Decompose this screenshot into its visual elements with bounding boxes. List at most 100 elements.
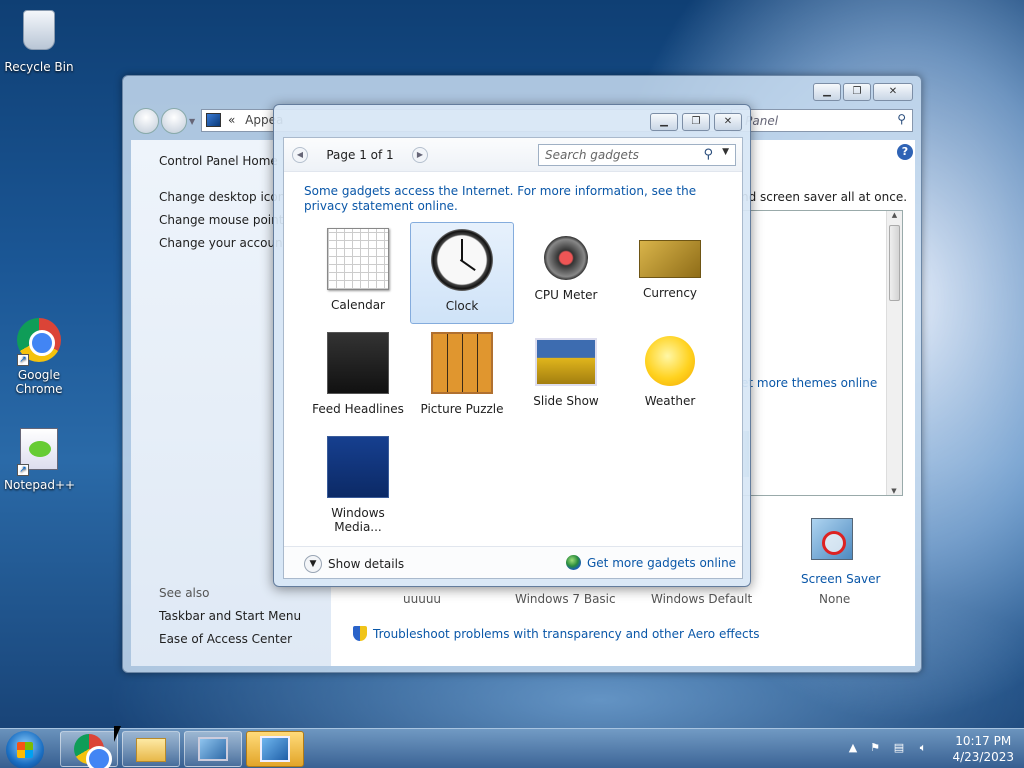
folder-icon [136,738,166,762]
page-indicator: Page 1 of 1 [326,148,394,162]
search-icon: ⚲ [897,112,906,126]
search-gadgets-input[interactable]: Search gadgets ⚲ ▼ [538,144,736,166]
gadget-label: CPU Meter [534,288,598,302]
desktop-icon-label: Google Chrome [15,368,63,396]
internet-notice[interactable]: Some gadgets access the Internet. For mo… [304,184,724,214]
gadget-currency[interactable]: Currency [618,222,722,324]
windows-logo-icon [17,742,33,758]
monitor-icon [198,737,228,761]
sidebar-link-mouse-pointers[interactable]: Change mouse pointe [159,213,291,227]
taskbar: ▲ ⚑ ▤ 🔈︎ 10:17 PM 4/23/2023 [0,728,1024,768]
action-center-flag-icon[interactable]: ⚑ [868,741,882,755]
desktop-icon-recycle-bin[interactable]: Recycle Bin [4,6,74,74]
taskbar-chrome-button[interactable] [60,731,118,768]
gadgets-footer: ▼ Show details Get more gadgets online [284,546,742,578]
tray-time: 10:17 PM [955,734,1012,748]
network-icon[interactable]: ▤ [892,741,906,755]
pager: ◀ Page 1 of 1 ▶ [292,144,428,166]
scrollbar[interactable]: ▲ ▼ [886,211,902,495]
previous-page-button[interactable]: ◀ [292,147,308,163]
address-prefix: « [228,113,236,127]
close-button[interactable]: ✕ [873,83,913,101]
back-button[interactable] [133,108,159,134]
get-more-gadgets-label: Get more gadgets online [587,555,737,570]
picture-puzzle-icon [431,332,493,394]
volume-muted-icon[interactable]: 🔈︎ [916,741,930,755]
desktop-icon-label: Notepad++ [4,478,76,492]
minimize-button[interactable]: ▁ [650,113,678,131]
clock-icon [431,229,493,291]
desktop-icon-notepad-plus-plus[interactable]: ↗ Notepad++ [4,426,76,492]
sidebar-link-account-picture[interactable]: Change your account [159,236,287,250]
taskbar-gadgets-button[interactable] [246,731,304,767]
gadget-clock[interactable]: Clock [410,222,514,324]
theme-name: uuuuu [403,592,442,606]
scrollbar-thumb[interactable] [889,225,900,301]
next-page-button[interactable]: ▶ [412,147,428,163]
themes-list[interactable]: ▲ ▼ et more themes online [741,210,903,496]
chevron-down-icon[interactable]: ▼ [722,147,729,157]
gadget-label: Slide Show [533,394,599,408]
gadget-calendar[interactable]: Calendar [306,222,410,324]
maximize-button[interactable]: ❐ [843,83,871,101]
desktop-icon-chrome[interactable]: ↗ Google Chrome [4,318,74,396]
sidebar-link-desktop-icons[interactable]: Change desktop icons [159,190,292,204]
start-button[interactable] [6,731,44,768]
currency-icon [639,240,701,278]
maximize-button[interactable]: ❐ [682,113,710,131]
gadget-windows-media-center[interactable]: Windows Media... [306,430,410,534]
see-also-heading: See also [159,586,210,600]
gadget-label: Weather [644,394,696,408]
see-also-link-taskbar[interactable]: Taskbar and Start Menu [159,609,301,623]
sidebar-link-control-panel-home[interactable]: Control Panel Home [159,154,278,168]
show-details-toggle[interactable]: ▼ Show details [304,555,404,573]
notepad-plus-plus-icon: ↗ [15,428,63,476]
intro-text: nd screen saver all at once. [741,190,908,204]
clock-tray[interactable]: 10:17 PM 4/23/2023 [952,733,1014,765]
theme-name: Windows 7 Basic [515,592,616,606]
get-more-gadgets-link[interactable]: Get more gadgets online [566,555,736,570]
show-hidden-icons-icon[interactable]: ▲ [846,741,860,755]
shield-icon [353,626,367,641]
gadget-picture-puzzle[interactable]: Picture Puzzle [410,326,514,428]
troubleshoot-link-label: Troubleshoot problems with transparency … [373,626,760,641]
gadget-label: Clock [445,299,479,313]
minimize-button[interactable]: ▁ [813,83,841,101]
cpu-meter-icon [544,236,588,280]
scroll-up-arrow-icon[interactable]: ▲ [887,211,902,219]
chrome-icon: ↗ [15,318,63,366]
show-details-label: Show details [328,557,405,571]
get-more-themes-link[interactable]: et more themes online [741,376,877,390]
search-icon[interactable]: ⚲ [703,147,713,162]
forward-button[interactable] [161,108,187,134]
globe-icon [566,555,581,570]
calendar-icon [327,228,389,290]
windows-media-center-icon [327,436,389,498]
recycle-bin-icon [15,10,63,58]
gadget-slide-show[interactable]: Slide Show [514,326,618,428]
gadget-label: Feed Headlines [312,402,404,416]
taskbar-explorer-button[interactable] [122,731,180,767]
gadget-cpu-meter[interactable]: CPU Meter [514,222,618,324]
gadget-label: Currency [642,286,698,300]
troubleshoot-link[interactable]: Troubleshoot problems with transparency … [353,626,760,641]
gadget-feed-headlines[interactable]: Feed Headlines [306,326,410,428]
scroll-down-arrow-icon[interactable]: ▼ [887,487,901,495]
screen-saver-icon[interactable] [811,518,853,560]
slide-show-icon [535,338,597,386]
gadget-label: Picture Puzzle [420,402,504,416]
gadgets-panel: ◀ Page 1 of 1 ▶ Search gadgets ⚲ ▼ Some … [283,137,743,579]
screen-saver-label[interactable]: Screen Saver [801,572,880,586]
chrome-icon [74,734,112,768]
help-icon[interactable]: ? [897,144,913,160]
see-also-link-ease-of-access[interactable]: Ease of Access Center [159,632,292,646]
tray-date: 4/23/2023 [952,750,1014,764]
gadget-weather[interactable]: Weather [618,326,722,428]
close-button[interactable]: ✕ [714,113,742,131]
taskbar-remote-desktop-button[interactable] [184,731,242,767]
control-panel-icon [206,113,221,127]
recent-pages-dropdown-icon[interactable]: ▼ [189,117,195,134]
weather-icon [645,336,695,386]
control-panel-search-input[interactable]: l Panel ⚲ [731,109,913,132]
theme-name: Windows Default [651,592,753,606]
